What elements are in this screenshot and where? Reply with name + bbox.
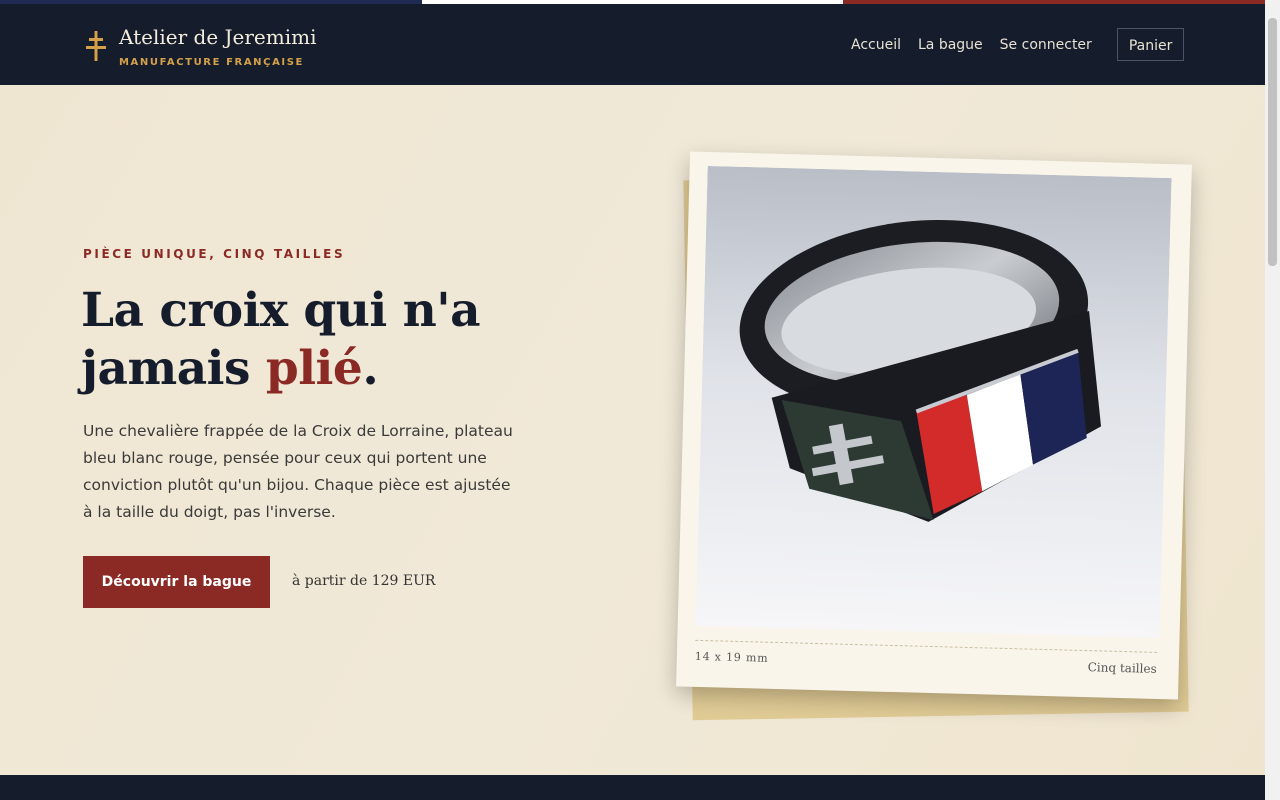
discover-ring-button[interactable]: Découvrir la bague: [83, 556, 270, 608]
ring-photo: [695, 165, 1172, 638]
scrollbar-thumb[interactable]: [1268, 18, 1277, 266]
tricolor-white: [421, 0, 844, 4]
hero-eyebrow: PIÈCE UNIQUE, CINQ TAILLES: [83, 247, 346, 261]
site-header: Atelier de Jeremimi MANUFACTURE FRANÇAIS…: [0, 0, 1266, 85]
hero-description: Une chevalière frappée de la Croix de Lo…: [83, 422, 513, 521]
brand-logo-link[interactable]: Atelier de Jeremimi MANUFACTURE FRANÇAIS…: [85, 26, 316, 68]
nav-link-accueil[interactable]: Accueil: [851, 30, 901, 60]
ring-dimensions: 14 x 19 mm: [694, 649, 769, 665]
brand-name: Atelier de Jeremimi: [119, 25, 317, 49]
signet-ring-image: [695, 165, 1172, 638]
next-section-band: [0, 775, 1265, 800]
brand-tagline: MANUFACTURE FRANÇAISE: [119, 57, 304, 68]
tricolor-blue: [0, 0, 422, 4]
cart-button[interactable]: Panier: [1116, 28, 1185, 61]
nav-link-la-bague[interactable]: La bague: [918, 30, 983, 60]
hero-headline: La croix qui n'a jamais plié.: [81, 282, 601, 398]
nav-link-se-connecter[interactable]: Se connecter: [1000, 30, 1092, 60]
tricolor-bar: [0, 0, 1266, 4]
tricolor-red: [843, 0, 1266, 4]
main-nav: Accueil La bague Se connecter Panier: [851, 28, 1185, 61]
page-scrollbar[interactable]: [1265, 0, 1280, 800]
headline-period: .: [362, 341, 379, 396]
headline-accent: plié: [265, 341, 363, 396]
price-text: à partir de 129 EUR: [292, 573, 436, 589]
product-photo-card: 14 x 19 mm Cinq tailles: [676, 151, 1192, 700]
ring-sizes-label: Cinq tailles: [1087, 660, 1157, 676]
cross-of-lorraine-icon: [86, 31, 106, 61]
